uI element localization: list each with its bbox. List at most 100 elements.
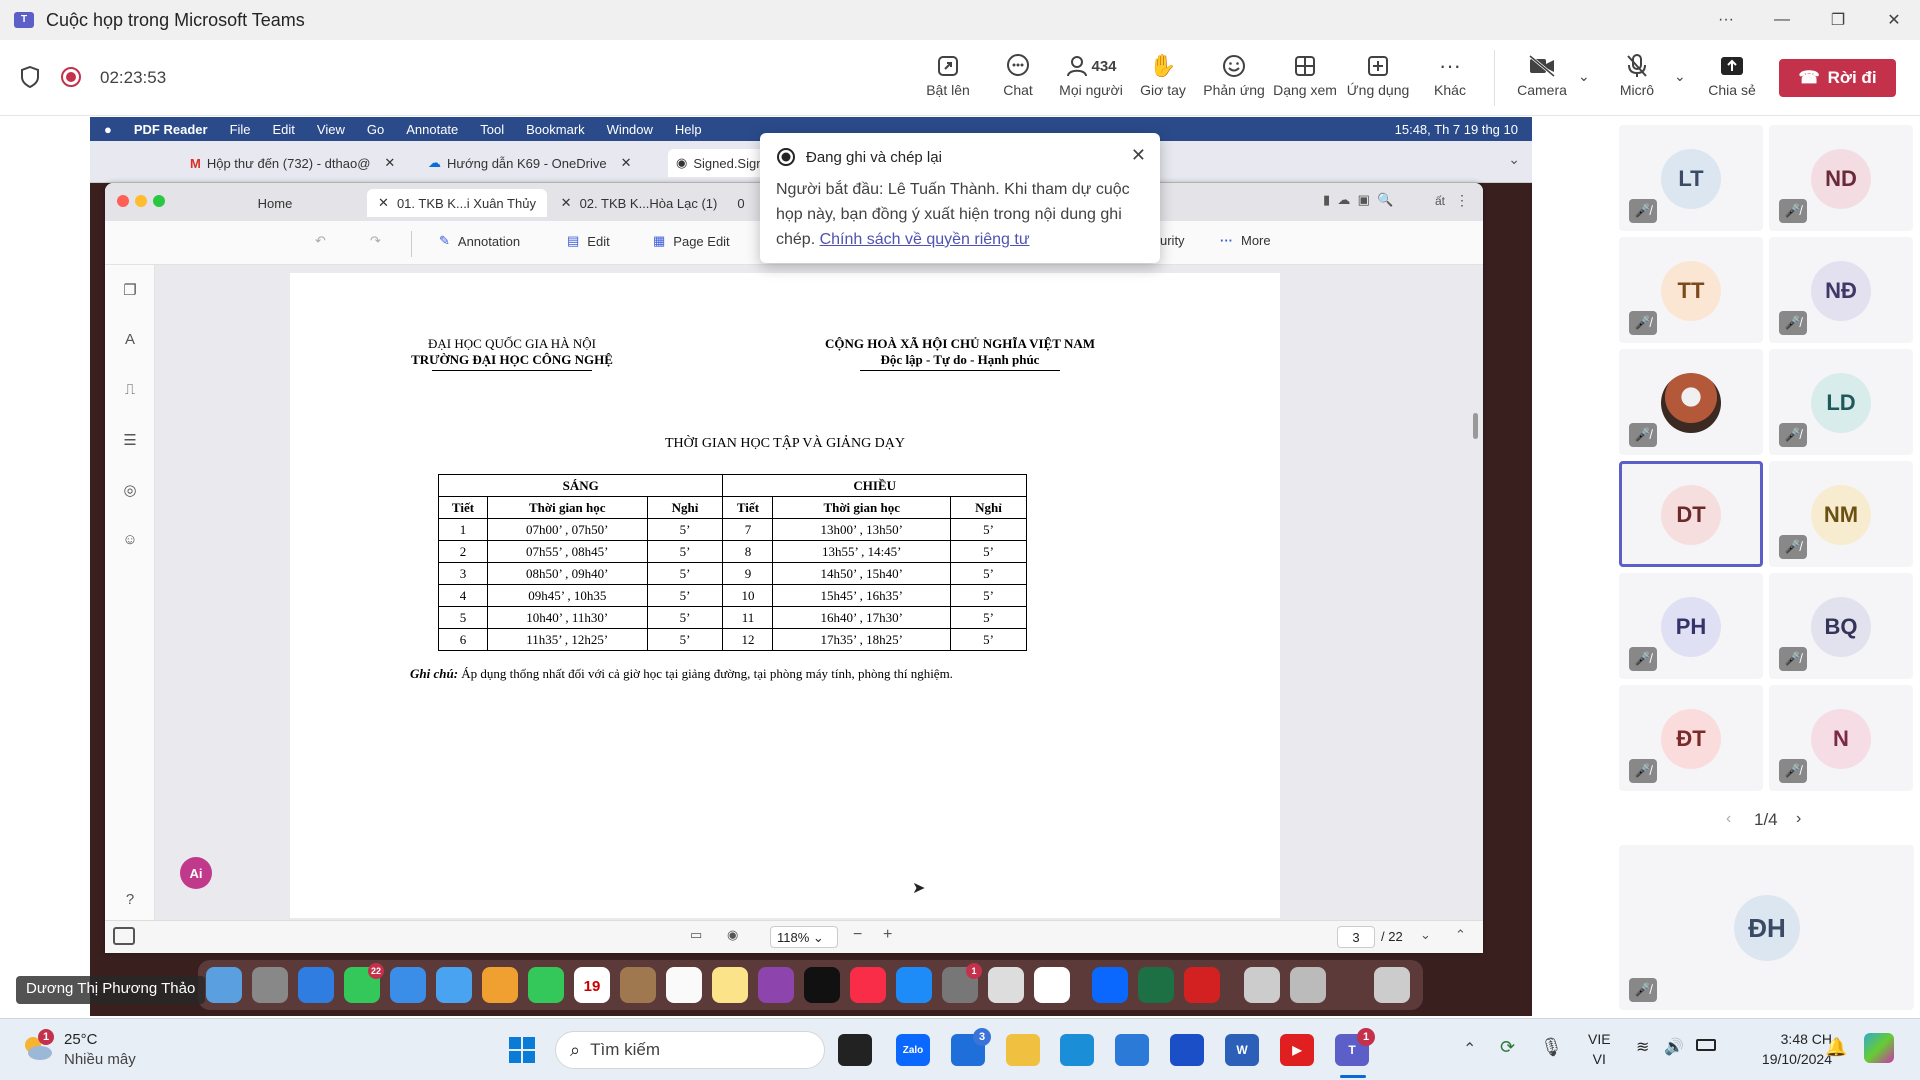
chat-button[interactable]: Chat bbox=[983, 50, 1053, 110]
browser-tab-signed[interactable]: ◉ Signed.Sign bbox=[668, 149, 772, 177]
pdf-tab[interactable]: ✕ 02. TKB K...Hòa Lạc (1) bbox=[549, 189, 729, 217]
trash-icon[interactable] bbox=[1374, 967, 1410, 1003]
shield-icon[interactable] bbox=[20, 65, 40, 89]
participant-tile[interactable]: ĐT 🎤̸ bbox=[1619, 685, 1763, 791]
excel-icon[interactable] bbox=[1138, 967, 1174, 1003]
stamp-icon[interactable]: ◎ bbox=[121, 481, 139, 499]
tab-close-icon[interactable]: ✕ bbox=[384, 155, 395, 171]
word-icon[interactable]: W bbox=[1225, 1034, 1259, 1066]
leave-button[interactable]: ☎ Rời đi bbox=[1779, 59, 1896, 97]
prev-page-icon[interactable]: ⌃ bbox=[1455, 927, 1466, 943]
pages-icon[interactable]: ❐ bbox=[121, 281, 139, 299]
edge-icon[interactable] bbox=[1060, 1034, 1094, 1066]
app-taskbar-icon[interactable]: 3 bbox=[951, 1028, 991, 1066]
self-video-tile[interactable]: ĐH 🎤̸ bbox=[1619, 845, 1914, 1010]
windows-start-icon[interactable] bbox=[505, 1034, 539, 1066]
mac-menu-item[interactable]: Window bbox=[607, 122, 653, 137]
zoom-in-button[interactable]: + bbox=[883, 926, 892, 944]
participant-tile[interactable]: LT 🎤̸ bbox=[1619, 125, 1763, 231]
page-edit-button[interactable]: ▦ Page Edit bbox=[653, 233, 730, 249]
podcasts-icon[interactable] bbox=[758, 967, 794, 1003]
tab-close-icon[interactable]: ✕ bbox=[621, 155, 632, 171]
participant-tile[interactable]: NM 🎤̸ bbox=[1769, 461, 1913, 567]
youtube-icon[interactable]: ▶ bbox=[1280, 1034, 1314, 1066]
messages-icon[interactable]: 22 bbox=[344, 963, 384, 1003]
tab-close-icon[interactable]: ✕ bbox=[561, 195, 572, 211]
zoom-out-button[interactable]: − bbox=[853, 926, 862, 944]
undo-icon[interactable]: ↶ bbox=[315, 233, 326, 249]
browser-tab-onedrive[interactable]: ☁ Hướng dẫn K69 - OneDrive ✕ bbox=[428, 149, 632, 177]
photos-icon[interactable] bbox=[482, 967, 518, 1003]
music-icon[interactable] bbox=[850, 967, 886, 1003]
downloads-icon[interactable] bbox=[1244, 967, 1280, 1003]
security-button[interactable]: urity bbox=[1160, 233, 1185, 248]
reminders-icon[interactable] bbox=[666, 967, 702, 1003]
ai-button[interactable]: Ai bbox=[180, 857, 212, 889]
participant-tile[interactable]: ND 🎤̸ bbox=[1769, 125, 1913, 231]
mac-menu-item[interactable]: View bbox=[317, 122, 345, 137]
app-store-icon[interactable] bbox=[896, 967, 932, 1003]
participant-tile[interactable]: PH 🎤̸ bbox=[1619, 573, 1763, 679]
taskbar-search[interactable]: ⌕ Tìm kiếm bbox=[555, 1031, 825, 1069]
pdf-reader-icon[interactable] bbox=[1184, 967, 1220, 1003]
read-mode-icon[interactable]: ◉ bbox=[727, 927, 738, 943]
close-notice-icon[interactable]: ✕ bbox=[1131, 145, 1146, 166]
page-view-icon[interactable]: ▭ bbox=[690, 927, 702, 943]
task-view-icon[interactable] bbox=[838, 1034, 872, 1066]
ai-assistant-icon[interactable]: ☺ bbox=[121, 531, 139, 549]
tray-overflow-chevron-icon[interactable]: ⌃ bbox=[1463, 1039, 1476, 1059]
zalo-icon[interactable] bbox=[1092, 967, 1128, 1003]
chrome-icon[interactable] bbox=[1034, 967, 1070, 1003]
mac-menu-item[interactable]: Bookmark bbox=[526, 122, 585, 137]
tab-list-chevron-icon[interactable]: ⌄ bbox=[1508, 151, 1520, 168]
next-page-chevron-icon[interactable]: › bbox=[1796, 810, 1801, 828]
more-tools-button[interactable]: ··· More bbox=[1220, 233, 1271, 248]
wifi-icon[interactable]: ≋ bbox=[1636, 1037, 1649, 1057]
more-button[interactable]: ··· Khác bbox=[1415, 50, 1485, 110]
close-window-button[interactable]: ✕ bbox=[1866, 0, 1920, 40]
battery-icon[interactable] bbox=[1696, 1039, 1716, 1051]
sync-icon[interactable]: ⟳ bbox=[1500, 1037, 1515, 1058]
camera-button[interactable]: Camera bbox=[1507, 50, 1577, 110]
outline-icon[interactable]: ☰ bbox=[121, 431, 139, 449]
share-button[interactable]: Chia sẻ bbox=[1697, 50, 1767, 110]
page-number-input[interactable]: 3 bbox=[1337, 926, 1375, 948]
participant-tile[interactable]: TT 🎤̸ bbox=[1619, 237, 1763, 343]
notes-icon[interactable] bbox=[712, 967, 748, 1003]
mic-button[interactable]: Micrô bbox=[1602, 50, 1672, 110]
bookmark-icon[interactable]: ⎍ bbox=[121, 381, 139, 399]
view-button[interactable]: Dạng xem bbox=[1270, 50, 1340, 110]
mac-zoom-dot[interactable] bbox=[153, 195, 165, 207]
facetime-icon[interactable] bbox=[528, 967, 564, 1003]
mac-close-dot[interactable] bbox=[117, 195, 129, 207]
calendar-icon[interactable]: 19 bbox=[574, 967, 610, 1003]
contacts-icon[interactable] bbox=[620, 967, 656, 1003]
minimize-button[interactable]: — bbox=[1754, 0, 1810, 40]
apps-button[interactable]: Ứng dụng bbox=[1343, 50, 1413, 110]
redo-icon[interactable]: ↷ bbox=[370, 233, 381, 249]
preview-icon[interactable] bbox=[988, 967, 1024, 1003]
zoom-select[interactable]: 118% ⌄ bbox=[770, 926, 838, 948]
participant-tile[interactable]: LD 🎤̸ bbox=[1769, 349, 1913, 455]
apple-tv-icon[interactable] bbox=[804, 967, 840, 1003]
notification-bell-icon[interactable]: 🔔 bbox=[1825, 1037, 1847, 1058]
system-settings-icon[interactable]: 1 bbox=[942, 963, 982, 1003]
camera-options-chevron-icon[interactable]: ⌄ bbox=[1578, 68, 1590, 85]
participant-tile[interactable]: 🎤̸ bbox=[1619, 349, 1763, 455]
participant-tile[interactable]: BQ 🎤̸ bbox=[1769, 573, 1913, 679]
volume-icon[interactable]: 🔊 bbox=[1664, 1037, 1684, 1057]
privacy-policy-link[interactable]: Chính sách về quyền riêng tư bbox=[820, 231, 1030, 248]
pdf-tab[interactable]: 0 bbox=[731, 189, 751, 217]
doc-scrollbar[interactable] bbox=[1473, 413, 1478, 439]
zalo-taskbar-icon[interactable]: Zalo bbox=[896, 1034, 930, 1066]
text-icon[interactable]: A bbox=[121, 331, 139, 349]
people-button[interactable]: 434 Mọi người bbox=[1056, 50, 1126, 110]
participant-tile-speaking[interactable]: DT bbox=[1619, 461, 1763, 567]
teams-taskbar-icon[interactable]: T1 bbox=[1335, 1028, 1375, 1066]
mac-menu-item[interactable]: Edit bbox=[273, 122, 295, 137]
pop-out-button[interactable]: Bật lên bbox=[913, 50, 983, 110]
participant-tile[interactable]: N 🎤̸ bbox=[1769, 685, 1913, 791]
mic-options-chevron-icon[interactable]: ⌄ bbox=[1674, 68, 1686, 85]
store-icon[interactable] bbox=[1115, 1034, 1149, 1066]
folder-stack-icon[interactable] bbox=[1290, 967, 1326, 1003]
